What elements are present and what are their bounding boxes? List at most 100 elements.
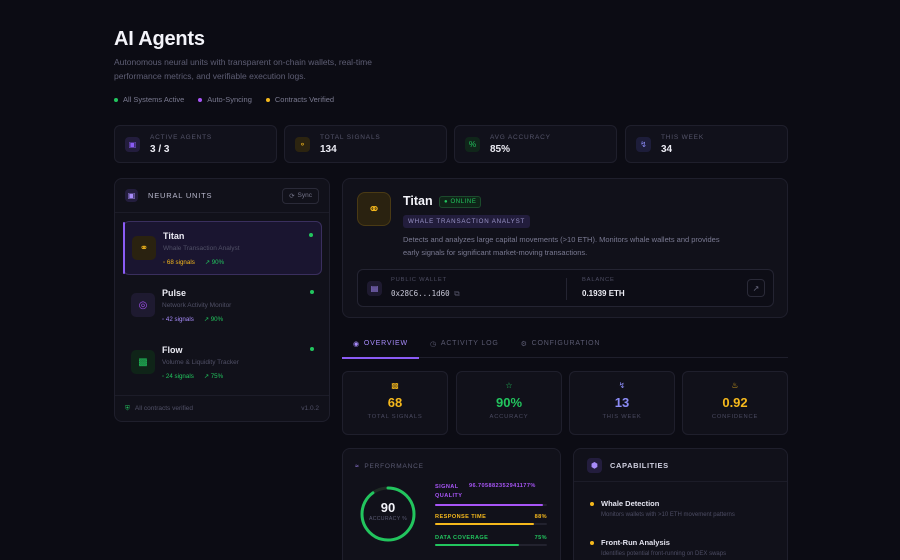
cpu-icon: ▣ xyxy=(125,136,140,152)
sync-button[interactable]: ⟳ Sync xyxy=(282,187,319,204)
glasses-icon: ⚭ xyxy=(357,192,391,226)
tab-activity-log[interactable]: ◷ ACTIVITY LOG xyxy=(419,334,510,358)
status-dot xyxy=(198,97,203,102)
perf-bar-signal-quality: SIGNAL QUALITY 96.705882352941177% xyxy=(435,483,547,506)
external-link-icon[interactable]: ↗ xyxy=(747,279,765,297)
metric-total-signals: ▩ 68 TOTAL SIGNALS xyxy=(342,371,448,435)
stat-label: ACTIVE AGENTS xyxy=(150,133,213,141)
page-title: AI Agents xyxy=(114,28,205,50)
agent-stats: ◦ 68 signals ↗ 90% xyxy=(163,259,224,266)
bar-track xyxy=(435,544,547,546)
stat-card-this-week: ↯ THIS WEEK 34 xyxy=(625,125,788,163)
online-dot xyxy=(309,233,313,237)
wallet-address[interactable]: 0x28C6...1d60 ⧉ xyxy=(391,289,460,299)
bullet-dot xyxy=(590,502,594,506)
globe-icon: ◎ xyxy=(131,293,155,317)
status-label: Auto-Syncing xyxy=(207,95,252,104)
bar-track xyxy=(435,504,547,506)
accuracy-score-label: ACCURACY % xyxy=(368,516,408,522)
agent-item-titan[interactable]: ⚭ Titan Whale Transaction Analyst ◦ 68 s… xyxy=(123,221,322,275)
balance-label: BALANCE xyxy=(582,277,615,283)
agent-stats: ◦ 42 signals ↗ 90% xyxy=(162,316,223,323)
capabilities-title: CAPABILITIES xyxy=(610,460,669,470)
online-dot xyxy=(310,347,314,351)
metric-label: ACCURACY xyxy=(489,414,529,420)
clock-icon: ◷ xyxy=(429,341,437,348)
capability-name: Front-Run Analysis xyxy=(601,538,670,547)
tab-configuration[interactable]: ⚙ CONFIGURATION xyxy=(510,334,612,358)
stat-card-active-agents: ▣ ACTIVE AGENTS 3 / 3 xyxy=(114,125,277,163)
status-label: Contracts Verified xyxy=(274,95,335,104)
tab-overview[interactable]: ◉ OVERVIEW xyxy=(342,334,419,359)
cpu-icon: ▣ xyxy=(125,189,138,202)
metric-value: 13 xyxy=(614,395,630,410)
bolt-icon: ↯ xyxy=(618,381,626,390)
bar-label: SIGNAL QUALITY xyxy=(435,484,463,499)
footer-text: All contracts verified xyxy=(134,405,194,412)
agent-item-flow[interactable]: ▩ Flow Volume & Liquidity Tracker ◦ 24 s… xyxy=(123,336,322,390)
status-badge: ● ONLINE xyxy=(439,196,482,208)
performance-title: ≈ PERFORMANCE xyxy=(355,463,424,470)
performance-title-text: PERFORMANCE xyxy=(364,463,424,470)
status-contracts-verified: Contracts Verified xyxy=(265,95,335,104)
metric-label: CONFIDENCE xyxy=(711,414,759,420)
bolt-icon: ↯ xyxy=(636,136,651,152)
wallet-icon: ▤ xyxy=(367,281,382,296)
status-dot xyxy=(265,97,270,102)
page-subtitle: Autonomous neural units with transparent… xyxy=(114,57,372,81)
tab-label: CONFIGURATION xyxy=(531,340,601,347)
capability-desc: Monitors wallets with >10 ETH movement p… xyxy=(601,512,735,518)
performance-panel: ≈ PERFORMANCE 90 ACCURACY % SIGNAL QUALIT… xyxy=(342,448,561,560)
tab-label: OVERVIEW xyxy=(363,340,408,347)
bar-label: RESPONSE TIME xyxy=(435,514,487,520)
capability-desc: Identifies potential front-running on DE… xyxy=(601,551,727,557)
metric-accuracy: ☆ 90% ACCURACY xyxy=(456,371,562,435)
star-icon: ☆ xyxy=(505,381,513,390)
stat-label: AVG ACCURACY xyxy=(490,133,551,141)
balance-value: 0.1939 ETH xyxy=(582,289,625,298)
divider xyxy=(566,278,567,300)
accuracy-score: 90 xyxy=(380,500,396,515)
wallet-label: PUBLIC WALLET xyxy=(391,277,447,283)
bar-fill xyxy=(435,504,544,506)
trend-icon: ≈ xyxy=(355,463,360,470)
stat-value: 34 xyxy=(661,143,673,155)
agent-accuracy-text: 90% xyxy=(211,259,225,266)
metric-this-week: ↯ 13 THIS WEEK xyxy=(569,371,675,435)
agent-name: Pulse xyxy=(162,288,187,298)
glasses-icon: ⚭ xyxy=(132,236,156,260)
agent-description: Detects and analyzes large capital movem… xyxy=(403,235,720,257)
percent-icon: % xyxy=(465,136,480,152)
sync-label: Sync xyxy=(297,192,312,199)
agent-accuracy-text: 90% xyxy=(210,316,224,323)
metric-value: 0.92 xyxy=(722,395,748,410)
stat-card-total-signals: ⚬ TOTAL SIGNALS 134 xyxy=(284,125,447,163)
neural-units-panel: ▣ NEURAL UNITS ⟳ Sync ⚭ Titan Whale Trans… xyxy=(114,178,330,422)
agent-accuracy: ↗ 90% xyxy=(203,316,224,323)
copy-icon[interactable]: ⧉ xyxy=(454,289,459,298)
stat-label: TOTAL SIGNALS xyxy=(320,133,381,141)
bar-value: 75% xyxy=(534,535,547,541)
bar-value: 96.705882352941177% xyxy=(469,483,536,489)
agent-name: Titan xyxy=(163,231,185,241)
stat-value: 3 / 3 xyxy=(150,143,170,155)
agent-name: Flow xyxy=(162,345,183,355)
tab-bar: ◉ OVERVIEW ◷ ACTIVITY LOG ⚙ CONFIGURATION xyxy=(342,334,788,359)
panel-title: NEURAL UNITS xyxy=(148,191,213,200)
status-auto-syncing: Auto-Syncing xyxy=(198,95,252,104)
agent-signals: ◦ 42 signals xyxy=(162,316,194,323)
perf-bar-data-coverage: DATA COVERAGE 75% xyxy=(435,535,547,546)
bar-track xyxy=(435,523,547,525)
status-badge-text: ONLINE xyxy=(450,199,477,205)
bar-fill xyxy=(435,523,534,525)
status-systems-active: All Systems Active xyxy=(114,95,184,104)
agent-item-pulse[interactable]: ◎ Pulse Network Activity Monitor ◦ 42 si… xyxy=(123,279,322,333)
agent-accuracy: ↗ 75% xyxy=(203,373,224,380)
stat-card-avg-accuracy: % AVG ACCURACY 85% xyxy=(454,125,617,163)
agent-signals: ◦ 68 signals xyxy=(163,259,195,266)
bar-chart-icon: ▩ xyxy=(131,350,155,374)
metric-value: 90% xyxy=(495,395,523,410)
status-dot xyxy=(114,97,118,102)
neural-units-footer: ⛨ All contracts verified v1.0.2 xyxy=(115,395,329,421)
gear-icon: ⚙ xyxy=(520,341,528,348)
